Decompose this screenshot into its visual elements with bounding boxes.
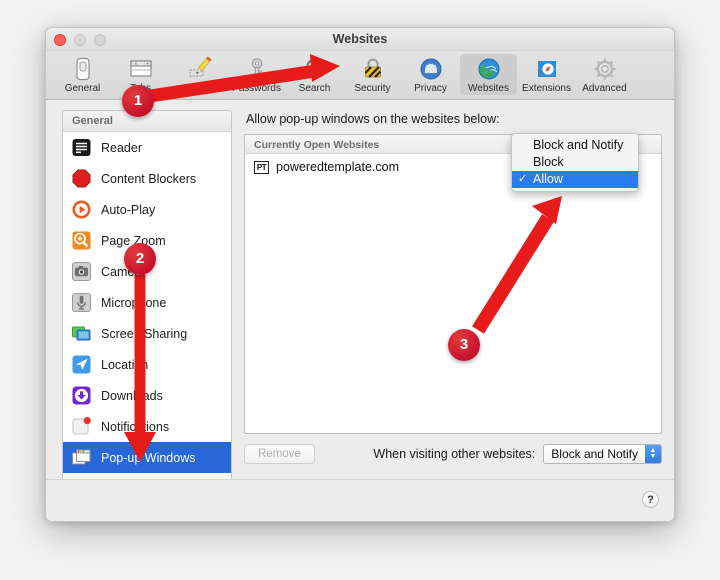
popup-permission-menu[interactable]: Block and Notify Block ✓ Allow bbox=[511, 133, 639, 192]
general-icon bbox=[75, 57, 90, 81]
sidebar-item-label: Reader bbox=[101, 140, 142, 155]
sidebar-item-reader[interactable]: Reader bbox=[63, 132, 231, 163]
chevron-updown-icon: ▲ ▼ bbox=[645, 445, 661, 463]
sidebar-item-content-blockers[interactable]: Content Blockers bbox=[63, 163, 231, 194]
toolbar-tab-search[interactable]: Search bbox=[286, 54, 343, 95]
sidebar-item-label: Screen Sharing bbox=[101, 326, 188, 341]
sidebar-item-label: Location bbox=[101, 357, 149, 372]
sidebar-item-label: Auto-Play bbox=[101, 202, 156, 217]
websites-icon bbox=[478, 58, 499, 80]
toolbar-tab-websites[interactable]: Websites bbox=[460, 54, 517, 95]
annotation-badge-3: 3 bbox=[448, 329, 480, 361]
passwords-icon bbox=[251, 58, 262, 79]
sidebar-item-auto-play[interactable]: Auto-Play bbox=[63, 194, 231, 225]
sidebar-item-notifications[interactable]: Notifications bbox=[63, 411, 231, 442]
toolbar-tab-label: General bbox=[64, 83, 101, 94]
other-websites-setting: When visiting other websites: Block and … bbox=[373, 444, 662, 464]
sidebar-item-label: Content Blockers bbox=[101, 171, 197, 186]
window-title: Websites bbox=[332, 32, 388, 46]
annotation-badge-number: 1 bbox=[133, 92, 143, 109]
annotation-badge-number: 3 bbox=[459, 336, 469, 353]
toolbar-tab-passwords[interactable]: Passwords bbox=[228, 54, 285, 95]
sidebar-item-downloads[interactable]: Downloads bbox=[63, 380, 231, 411]
annotation-badge-number: 2 bbox=[135, 250, 145, 267]
camera-icon bbox=[71, 261, 92, 282]
advanced-icon bbox=[594, 58, 615, 80]
sidebar-item-label: Notifications bbox=[101, 419, 170, 434]
menu-item-label: Block and Notify bbox=[533, 138, 624, 152]
search-icon bbox=[303, 58, 322, 79]
reader-icon bbox=[71, 137, 92, 158]
content-blockers-icon bbox=[71, 168, 92, 189]
sidebar-item-microphone[interactable]: Microphone bbox=[63, 287, 231, 318]
sidebar-item-label: Pop-up Windows bbox=[101, 450, 196, 465]
annotation-badge-1: 1 bbox=[122, 85, 154, 117]
toolbar-tab-label: Passwords bbox=[232, 83, 281, 94]
pane-title: Allow pop-up windows on the websites bel… bbox=[246, 112, 500, 126]
svg-text:×: × bbox=[134, 61, 137, 67]
menu-item-label: Allow bbox=[533, 172, 563, 186]
microphone-icon bbox=[71, 292, 92, 313]
notifications-icon bbox=[71, 416, 92, 437]
svg-text:+: + bbox=[146, 61, 149, 67]
websites-sidebar: General Reader Content Blockers Auto-Pla… bbox=[62, 110, 232, 485]
sidebar-item-location[interactable]: Location bbox=[63, 349, 231, 380]
toolbar-tab-label: Advanced bbox=[582, 83, 627, 94]
popup-windows-icon bbox=[71, 447, 92, 468]
sidebar-item-screen-sharing[interactable]: Screen Sharing bbox=[63, 318, 231, 349]
other-websites-dropdown[interactable]: Block and Notify ▲ ▼ bbox=[543, 444, 662, 464]
page-zoom-icon bbox=[71, 230, 92, 251]
sidebar-item-popup-windows[interactable]: Pop-up Windows bbox=[63, 442, 231, 473]
help-button[interactable]: ? bbox=[642, 491, 659, 508]
annotation-badge-2: 2 bbox=[124, 243, 156, 275]
downloads-icon bbox=[71, 385, 92, 406]
screen-sharing-icon bbox=[71, 323, 92, 344]
sidebar-item-label: Microphone bbox=[101, 295, 167, 310]
toolbar-tab-label: Extensions bbox=[522, 83, 571, 94]
security-icon bbox=[364, 58, 381, 78]
toolbar-tab-label: AutoFill bbox=[181, 83, 216, 94]
auto-play-icon bbox=[71, 199, 92, 220]
toolbar-tab-autofill[interactable]: AutoFill bbox=[170, 54, 227, 95]
menu-item-block-and-notify[interactable]: Block and Notify bbox=[512, 137, 638, 154]
sidebar-item-label: Downloads bbox=[101, 388, 163, 403]
other-websites-value: Block and Notify bbox=[551, 447, 638, 461]
window-bottom-bar: ? bbox=[46, 479, 674, 521]
menu-item-allow[interactable]: ✓ Allow bbox=[512, 171, 638, 188]
extensions-icon bbox=[537, 61, 556, 77]
menu-item-label: Block bbox=[533, 155, 564, 169]
toolbar-tab-label: Security bbox=[354, 83, 391, 94]
site-name: poweredtemplate.com bbox=[276, 160, 399, 174]
toolbar-tab-advanced[interactable]: Advanced bbox=[576, 54, 633, 95]
toolbar-tab-label: Search bbox=[298, 83, 331, 94]
screenshot-root: Websites General × + Tabs bbox=[0, 0, 720, 580]
toolbar-tab-label: Privacy bbox=[414, 83, 447, 94]
location-icon bbox=[71, 354, 92, 375]
toolbar-tab-general[interactable]: General bbox=[54, 54, 111, 95]
toolbar-tab-extensions[interactable]: Extensions bbox=[518, 54, 575, 95]
checkmark-icon: ✓ bbox=[518, 173, 528, 185]
privacy-icon bbox=[420, 58, 441, 80]
pane-footer: Remove When visiting other websites: Blo… bbox=[244, 444, 662, 464]
tabs-icon: × + bbox=[129, 60, 152, 77]
window-titlebar: Websites bbox=[46, 28, 674, 51]
remove-button[interactable]: Remove bbox=[244, 444, 315, 464]
autofill-icon bbox=[189, 56, 212, 77]
toolbar-tab-label: Websites bbox=[468, 83, 509, 94]
site-favicon-icon: PT bbox=[254, 160, 269, 174]
toolbar-tab-security[interactable]: Security bbox=[344, 54, 401, 95]
menu-item-block[interactable]: Block bbox=[512, 154, 638, 171]
other-websites-label: When visiting other websites: bbox=[373, 447, 536, 461]
toolbar-tab-privacy[interactable]: Privacy bbox=[402, 54, 459, 95]
